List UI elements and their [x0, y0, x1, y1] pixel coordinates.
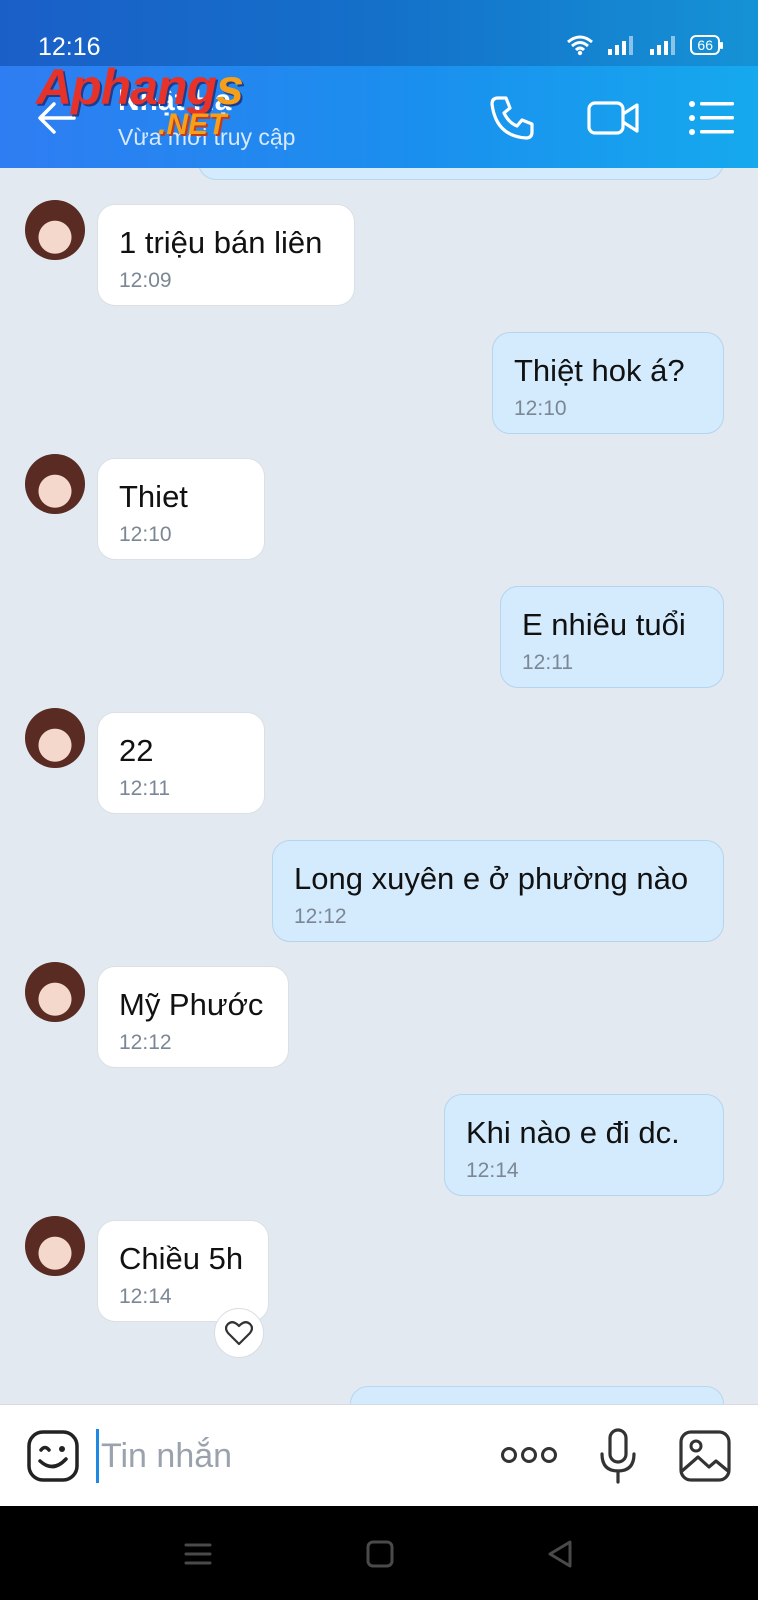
recent-apps-button[interactable] — [178, 1534, 218, 1574]
status-bar: 12:16 66 — [0, 0, 758, 66]
message-bubble-outgoing[interactable]: Khi nào e đi dc. 12:14 — [444, 1094, 724, 1196]
contact-avatar[interactable] — [25, 962, 85, 1022]
message-text: 1 triệu bán liên — [119, 225, 323, 260]
message-text: Khi nào e đi dc. — [466, 1115, 680, 1150]
contact-avatar[interactable] — [25, 200, 85, 260]
message-time: 12:11 — [119, 777, 170, 800]
message-text: Long xuyên e ở phường nào — [294, 861, 689, 896]
react-heart-button[interactable] — [214, 1308, 264, 1358]
watermark-net: .NET — [158, 108, 227, 141]
message-time: 12:09 — [119, 269, 172, 292]
message-time: 12:14 — [119, 1285, 172, 1308]
message-bubble-partial[interactable] — [198, 168, 724, 180]
signal-icon — [608, 36, 634, 55]
recent-apps-icon — [184, 1543, 212, 1565]
message-bubble-partial[interactable] — [350, 1386, 724, 1404]
message-bubble-incoming[interactable]: 1 triệu bán liên 12:09 — [97, 204, 355, 306]
image-icon — [679, 1430, 731, 1482]
message-text: E nhiêu tuổi — [522, 607, 686, 642]
message-input[interactable] — [96, 1429, 466, 1483]
heart-icon — [225, 1321, 253, 1346]
battery-indicator: 66 — [690, 35, 723, 55]
home-icon — [366, 1540, 394, 1568]
home-button[interactable] — [360, 1534, 400, 1574]
message-bubble-outgoing[interactable]: Long xuyên e ở phường nào 12:12 — [272, 840, 724, 942]
message-text: Thiệt hok á? — [514, 353, 685, 388]
contact-avatar[interactable] — [25, 1216, 85, 1276]
message-time: 12:11 — [522, 651, 573, 674]
emoji-icon — [27, 1430, 79, 1482]
message-time: 12:12 — [294, 905, 347, 928]
message-time: 12:14 — [466, 1159, 519, 1182]
menu-list-icon — [689, 101, 734, 135]
signal-icon — [650, 36, 676, 55]
video-call-button[interactable] — [586, 92, 639, 144]
send-image-button[interactable] — [678, 1429, 732, 1483]
message-bubble-incoming[interactable]: Chiều 5h 12:14 — [97, 1220, 269, 1322]
message-text: Chiều 5h — [119, 1241, 244, 1276]
contact-avatar[interactable] — [25, 708, 85, 768]
more-options-icon — [501, 1447, 557, 1463]
message-bubble-incoming[interactable]: 22 12:11 — [97, 712, 265, 814]
back-triangle-icon — [548, 1540, 572, 1568]
microphone-icon — [600, 1428, 636, 1484]
more-options-button[interactable] — [500, 1441, 558, 1469]
voice-message-button[interactable] — [598, 1427, 638, 1485]
chat-messages[interactable]: 1 triệu bán liên 12:09 Thiệt hok á? 12:1… — [0, 168, 758, 1404]
message-bubble-outgoing[interactable]: E nhiêu tuổi 12:11 — [500, 586, 724, 688]
menu-button[interactable] — [686, 92, 738, 144]
message-text: 22 — [119, 733, 154, 768]
message-bubble-incoming[interactable]: Mỹ Phước 12:12 — [97, 966, 289, 1068]
video-camera-icon — [587, 101, 639, 135]
contact-avatar[interactable] — [25, 454, 85, 514]
nav-back-button[interactable] — [540, 1534, 580, 1574]
system-nav-bar — [0, 1506, 758, 1600]
call-button[interactable] — [486, 92, 538, 144]
message-composer — [0, 1404, 758, 1506]
emoji-button[interactable] — [26, 1429, 80, 1483]
message-time: 12:10 — [514, 397, 567, 420]
wifi-icon — [567, 35, 594, 56]
message-text: Mỹ Phước — [119, 987, 264, 1022]
phone-icon — [490, 96, 534, 140]
message-bubble-outgoing[interactable]: Thiệt hok á? 12:10 — [492, 332, 724, 434]
message-text: Thiet — [119, 479, 188, 514]
message-bubble-incoming[interactable]: Thiet 12:10 — [97, 458, 265, 560]
message-time: 12:10 — [119, 523, 172, 546]
message-time: 12:12 — [119, 1031, 172, 1054]
